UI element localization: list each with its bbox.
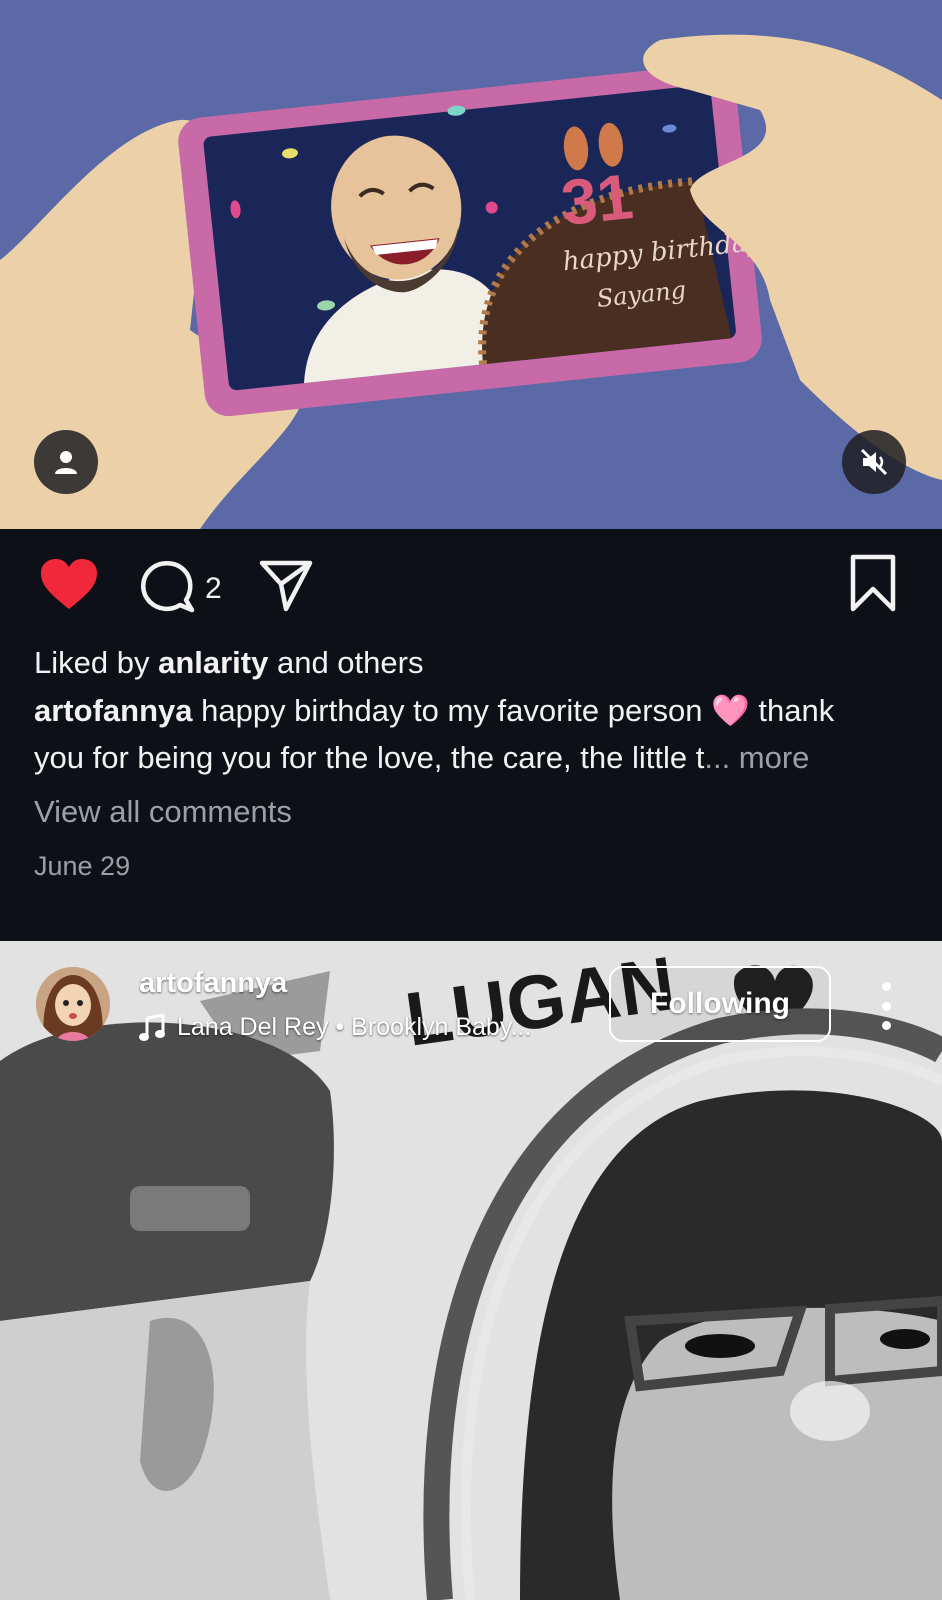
view-all-comments-link[interactable]: View all comments [34, 791, 292, 833]
author-avatar[interactable] [36, 967, 110, 1041]
following-button[interactable]: Following [609, 966, 831, 1042]
share-icon [259, 560, 313, 612]
heart-emoji-icon: 🩷 [711, 693, 750, 728]
avatar-illustration [36, 967, 110, 1041]
tagged-users-button[interactable] [34, 430, 98, 494]
comment-button[interactable] [138, 558, 196, 614]
comment-icon [141, 561, 195, 613]
svg-text:31: 31 [558, 160, 636, 239]
post-date: June 29 [34, 851, 131, 881]
author-username[interactable]: artofannya [139, 967, 287, 1000]
mute-icon [860, 448, 888, 476]
share-button[interactable] [257, 556, 315, 614]
music-artist: Lana Del Rey [177, 1013, 329, 1041]
liked-by-prefix: Liked by [34, 645, 159, 680]
music-attribution[interactable]: Lana Del Rey • Brooklyn Baby... [139, 1013, 531, 1042]
liked-by-suffix[interactable]: and others [268, 645, 424, 680]
caption-text-2: thank [749, 693, 835, 728]
caption-text-3: you for being you for the love, the care… [34, 740, 705, 775]
caption-line-1: artofannya happy birthday to my favorite… [34, 690, 834, 732]
like-button[interactable] [38, 556, 100, 612]
post-media-image[interactable]: happy birthday Sayang 31 [0, 0, 942, 529]
caption-more-link[interactable]: ... more [704, 740, 809, 775]
birthday-illustration: happy birthday Sayang 31 [0, 0, 942, 529]
bookmark-icon [850, 554, 896, 612]
liked-by-line: Liked by anlarity and others [34, 642, 423, 684]
comment-count: 2 [205, 572, 222, 605]
caption-text-1: happy birthday to my favorite person [192, 693, 712, 728]
caption-line-2: you for being you for the love, the care… [34, 737, 809, 779]
user-icon [55, 451, 77, 474]
more-icon[interactable] [876, 982, 896, 1030]
mute-button[interactable] [842, 430, 906, 494]
music-track: Brooklyn Baby... [351, 1013, 532, 1041]
music-separator: • [328, 1013, 352, 1041]
music-note-icon [139, 1013, 165, 1041]
bookmark-button[interactable] [848, 553, 898, 613]
heart-icon [41, 559, 97, 609]
caption-username[interactable]: artofannya [34, 693, 192, 728]
liked-by-username[interactable]: anlarity [158, 645, 268, 680]
